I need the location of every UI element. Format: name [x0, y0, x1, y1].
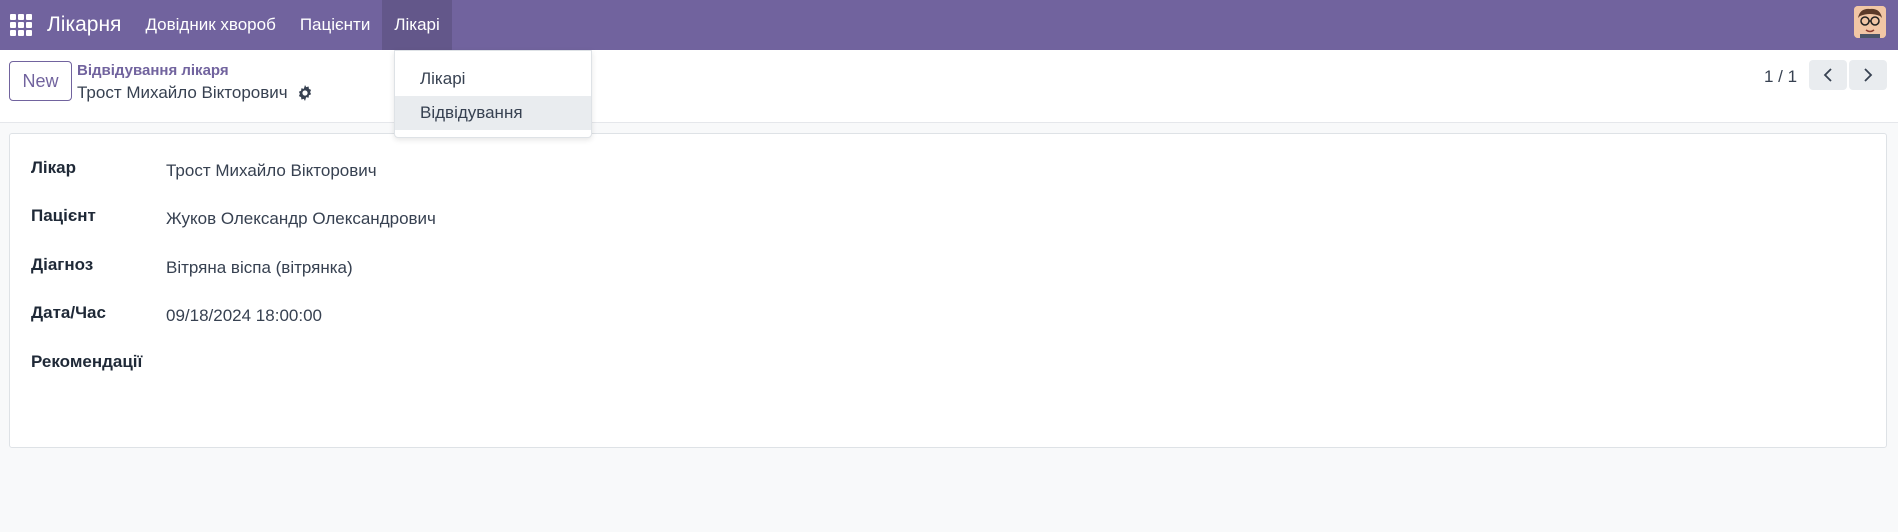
field-doctor: Лікар Трост Михайло Вікторович	[31, 158, 377, 181]
field-label: Лікар	[31, 158, 76, 177]
field-label: Дата/Час	[31, 303, 106, 322]
field-value[interactable]: Жуков Олександр Олександрович	[166, 206, 436, 229]
pager-next-button[interactable]	[1849, 60, 1887, 90]
control-panel: New Відвідування лікаря Трост Михайло Ві…	[0, 50, 1898, 123]
field-recommendations: Рекомендації	[31, 352, 166, 372]
gear-icon[interactable]	[297, 85, 313, 101]
pager-previous-button[interactable]	[1809, 60, 1847, 90]
field-label: Рекомендації	[31, 352, 143, 371]
field-label: Діагноз	[31, 255, 94, 274]
app-brand[interactable]: Лікарня	[42, 0, 133, 50]
nav-item-diseases[interactable]: Довідник хвороб	[133, 0, 287, 50]
new-button[interactable]: New	[9, 61, 72, 101]
record-title: Трост Михайло Вікторович	[77, 83, 288, 102]
avatar[interactable]	[1854, 6, 1886, 38]
field-value[interactable]: Трост Михайло Вікторович	[166, 158, 377, 181]
nav-item-doctors[interactable]: Лікарі	[382, 0, 452, 50]
dropdown-item-visits[interactable]: Відвідування	[395, 96, 591, 130]
apps-grid-icon[interactable]	[0, 0, 42, 50]
field-label: Пацієнт	[31, 206, 96, 225]
breadcrumb-parent[interactable]: Відвідування лікаря	[77, 62, 229, 79]
field-diagnosis: Діагноз Вітряна віспа (вітрянка)	[31, 255, 353, 278]
dropdown-item-doctors[interactable]: Лікарі	[395, 62, 591, 96]
chevron-left-icon	[1823, 68, 1832, 82]
chevron-right-icon	[1864, 68, 1873, 82]
field-value[interactable]: 09/18/2024 18:00:00	[166, 303, 322, 326]
field-patient: Пацієнт Жуков Олександр Олександрович	[31, 206, 436, 229]
top-navbar: Лікарня Довідник хвороб Пацієнти Лікарі	[0, 0, 1898, 50]
field-datetime: Дата/Час 09/18/2024 18:00:00	[31, 303, 322, 326]
pager-value: 1 / 1	[1764, 67, 1798, 86]
nav-item-patients[interactable]: Пацієнти	[288, 0, 383, 50]
breadcrumb-current: Трост Михайло Вікторович	[77, 83, 313, 103]
field-value[interactable]: Вітряна віспа (вітрянка)	[166, 255, 353, 278]
form-sheet: Лікар Трост Михайло Вікторович Пацієнт Ж…	[9, 133, 1887, 448]
doctors-dropdown-menu: Лікарі Відвідування	[394, 50, 592, 138]
